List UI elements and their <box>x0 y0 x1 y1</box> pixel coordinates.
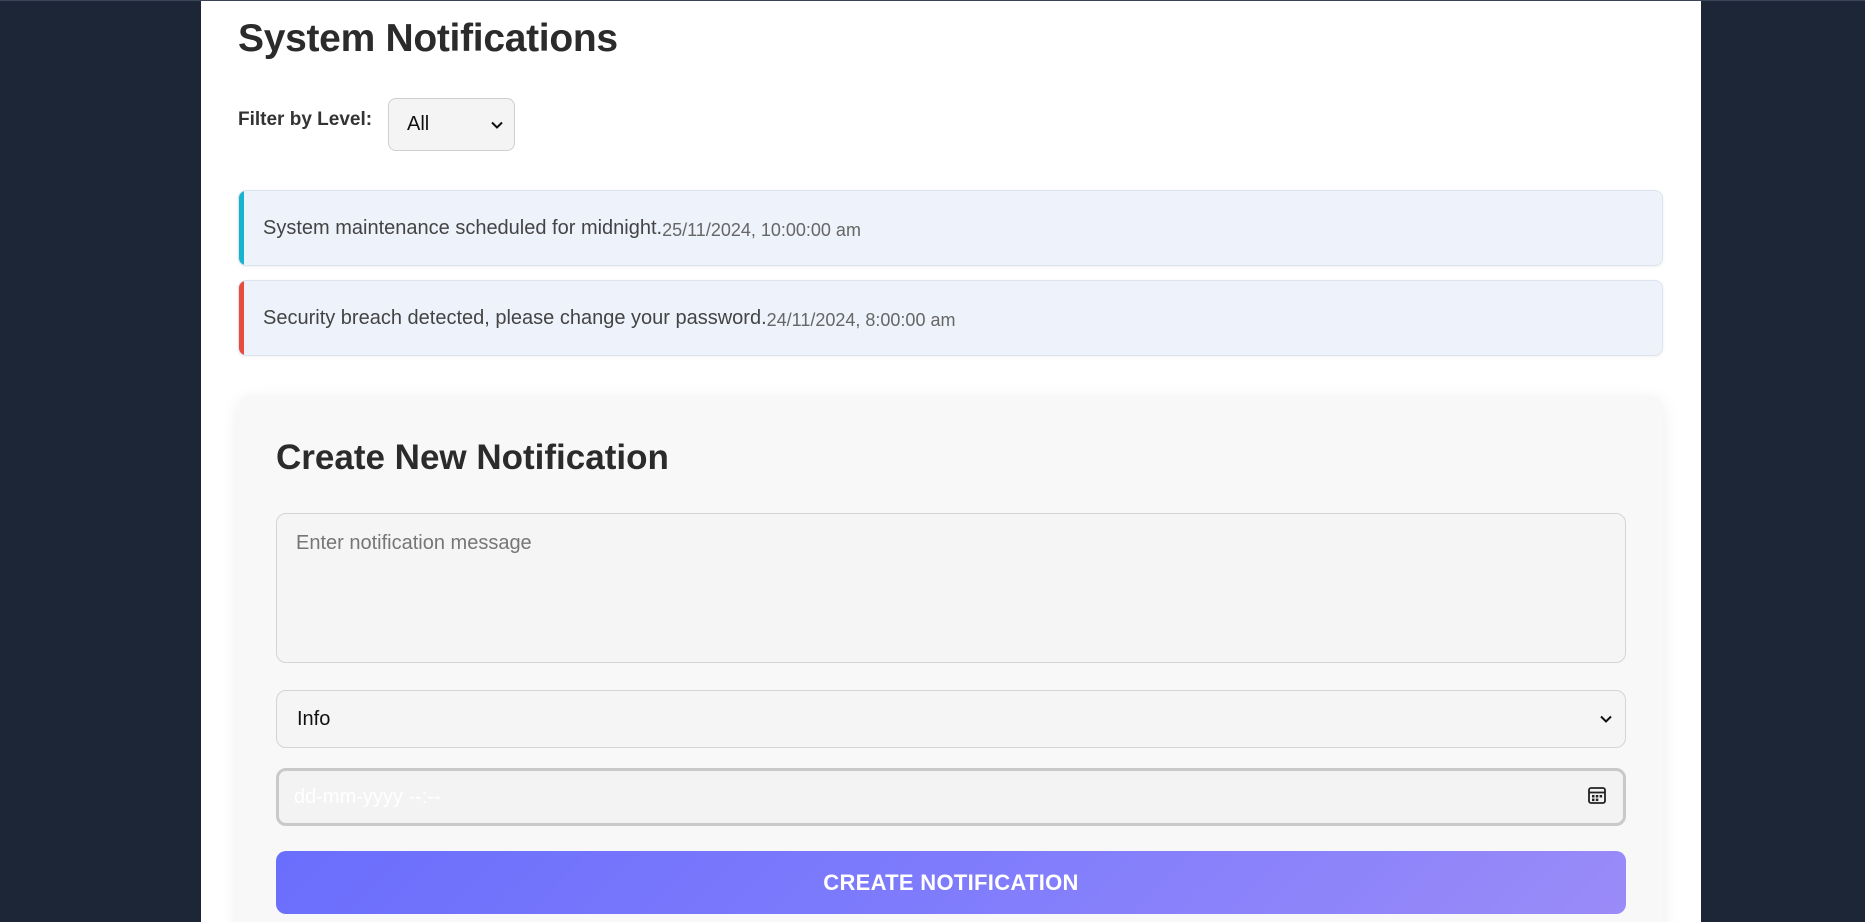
main-panel: System Notifications Filter by Level: Al… <box>201 1 1701 922</box>
notification-timestamp: 24/11/2024, 8:00:00 am <box>766 309 956 330</box>
chevron-down-icon <box>490 118 504 132</box>
notification-item: System maintenance scheduled for midnigh… <box>238 190 1663 266</box>
chevron-down-icon <box>1599 712 1613 726</box>
notification-item: Security breach detected, please change … <box>238 280 1663 356</box>
notification-level-select[interactable]: Info <box>276 690 1626 748</box>
notification-message-input[interactable] <box>276 513 1626 663</box>
datetime-placeholder: dd-mm-yyyy --:-- <box>294 785 441 808</box>
calendar-icon[interactable] <box>1587 785 1607 810</box>
filter-label: Filter by Level: <box>238 109 373 130</box>
notification-message: System maintenance scheduled for midnigh… <box>263 216 663 239</box>
level-selected-value: Info <box>297 707 331 730</box>
form-title: Create New Notification <box>276 438 669 477</box>
create-notification-button[interactable]: CREATE NOTIFICATION <box>276 851 1626 914</box>
filter-level-select[interactable]: All <box>388 98 515 151</box>
page-title: System Notifications <box>238 17 618 60</box>
create-notification-form: Create New Notification Info dd-mm-yyyy … <box>238 396 1663 922</box>
notification-timestamp: 25/11/2024, 10:00:00 am <box>662 219 861 240</box>
filter-selected-value: All <box>407 113 430 135</box>
notification-datetime-input[interactable]: dd-mm-yyyy --:-- <box>276 768 1626 826</box>
notification-message: Security breach detected, please change … <box>263 306 767 329</box>
